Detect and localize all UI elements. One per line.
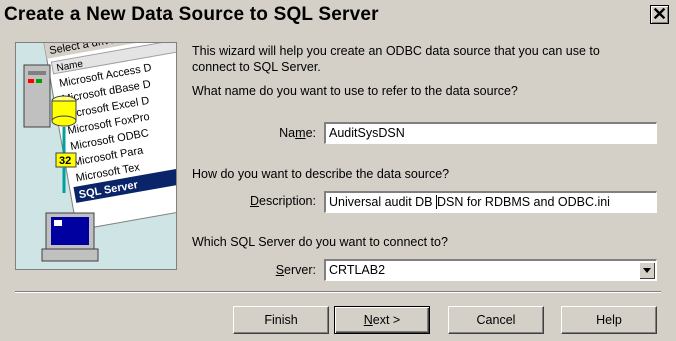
intro-line-2: connect to SQL Server. [192,60,321,74]
badge-label: 32 [59,155,71,167]
description-label: Description: [249,194,316,208]
wizard-illustration: Select a driver for Name Microsoft Acces… [15,42,177,270]
server-combobox[interactable]: CRTLAB2 [324,259,657,281]
close-icon: ✕ [651,4,668,24]
title-bar[interactable]: Create a New Data Source to SQL Server ✕ [0,0,676,31]
description-input[interactable]: Universal audit DB DSN for RDBMS and ODB… [324,191,657,213]
intro-line-1: This wizard will help you create an ODBC… [192,44,600,58]
close-button[interactable]: ✕ [650,5,669,24]
help-button[interactable]: Help [561,306,657,334]
server-question: Which SQL Server do you want to connect … [192,235,448,249]
driver-list-illustration-icon: Select a driver for Name Microsoft Acces… [16,43,176,269]
name-input[interactable]: AuditSysDSN [324,122,657,144]
next-button[interactable]: Next > [334,306,430,334]
dialog-window: Create a New Data Source to SQL Server ✕… [0,0,676,341]
server-value: CRTLAB2 [329,263,386,277]
name-question: What name do you want to use to refer to… [192,84,518,98]
dropdown-arrow-icon[interactable] [639,262,655,279]
server-label: Server: [275,263,316,277]
finish-button[interactable]: Finish [233,306,329,334]
window-title: Create a New Data Source to SQL Server [4,4,379,25]
cancel-button[interactable]: Cancel [448,306,544,334]
name-label: Name: [279,126,316,140]
description-question: How do you want to describe the data sou… [192,167,450,181]
